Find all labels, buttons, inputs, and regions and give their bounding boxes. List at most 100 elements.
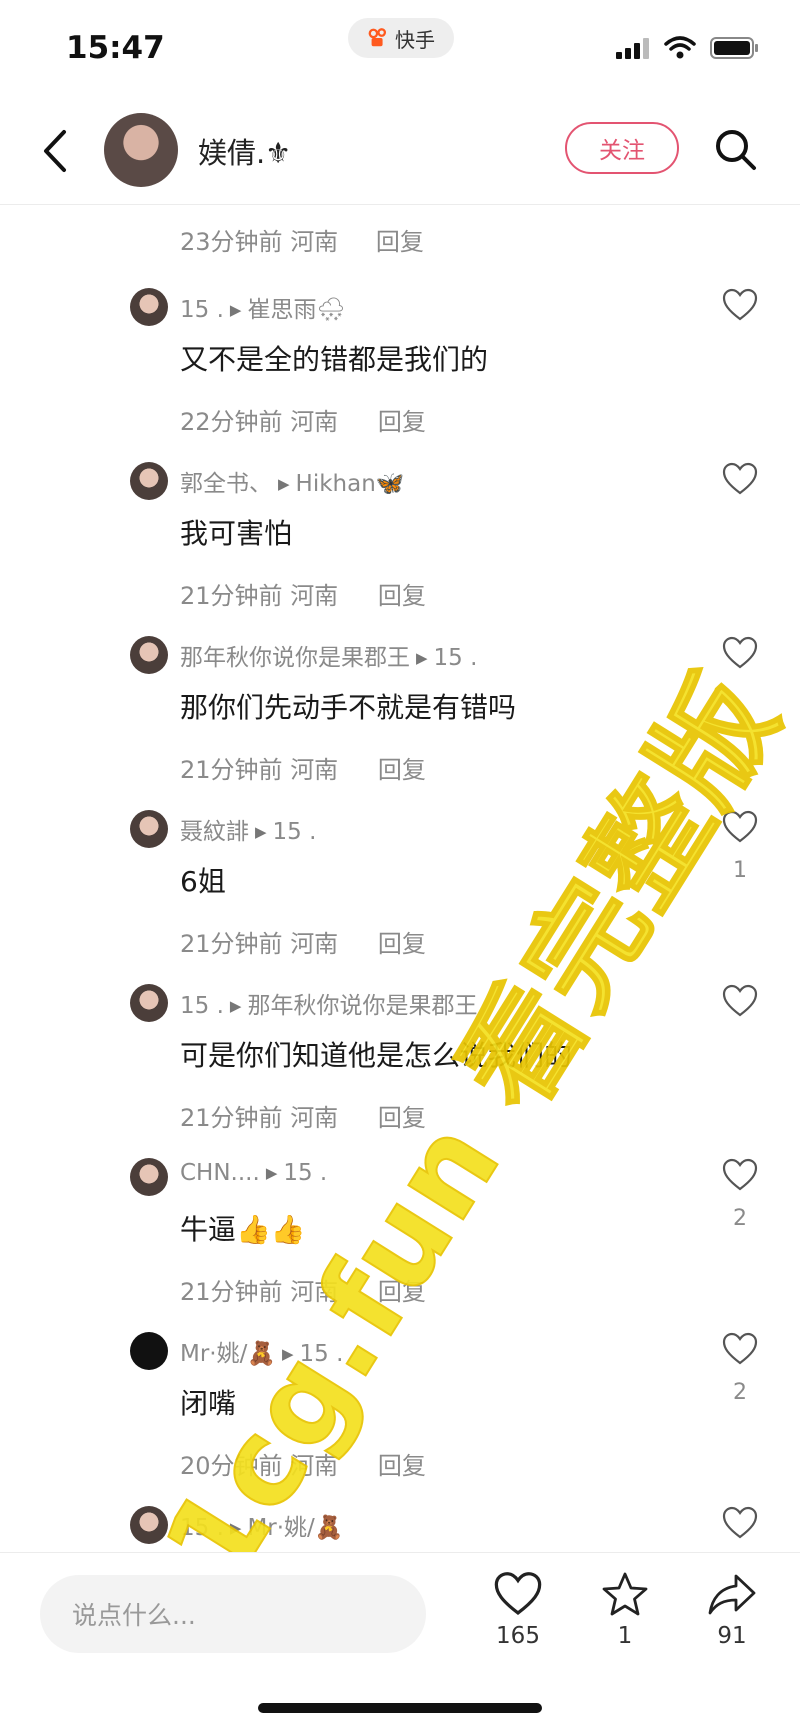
wifi-icon [664,36,696,59]
commenter-avatar[interactable] [130,810,168,848]
comment-location: 河南 [290,1452,339,1480]
comment-meta: 21分钟前 河南 回复 [180,576,426,611]
star-icon [602,1572,648,1616]
reply-button[interactable]: 回复 [378,408,426,436]
comment-user-line: 15 . ▶ 那年秋你说你是果郡王 [180,986,477,1020]
comment-item: 15 . ▶ Mr·姚/🧸 [0,1506,800,1550]
comment-time: 21分钟前 [180,1104,283,1132]
comment-item: Mr·姚/🧸 ▶ 15 . 闭嘴 20分钟前 河南 回复 2 [0,1332,800,1504]
commenter-avatar[interactable] [130,288,168,326]
heart-icon[interactable] [722,1158,758,1192]
comment-user-line: Mr·姚/🧸 ▶ 15 . [180,1334,343,1368]
reply-button[interactable]: 回复 [378,582,426,610]
comment-location: 河南 [290,1104,339,1132]
commenter-name[interactable]: 那年秋你说你是果郡王 [180,645,410,671]
heart-icon[interactable] [722,984,758,1018]
heart-icon[interactable] [722,810,758,844]
reply-button[interactable]: 回复 [376,228,424,256]
comment-item: 那年秋你说你是果郡王 ▶ 15 . 那你们先动手不就是有错吗 21分钟前 河南 回复 [0,636,800,808]
comment-meta: 21分钟前 河南 回复 [180,924,426,959]
share-arrow-icon [708,1574,756,1615]
comment-item: 15 . ▶ 那年秋你说你是果郡王 可是你们知道他是怎么说我们的 21分钟前 河南 … [0,984,800,1156]
reply-arrow-icon: ▶ [282,1345,294,1363]
comment-text: 可是你们知道他是怎么说我们的 [180,1039,573,1072]
comment-location: 河南 [290,582,339,610]
home-indicator [258,1703,542,1713]
like-count: 2 [733,1206,747,1231]
search-icon[interactable] [712,126,758,172]
reply-arrow-icon: ▶ [229,301,242,319]
commenter-avatar[interactable] [130,984,168,1022]
comment-item: 郭全书、 ▶ Hikhan🦋 我可害怕 21分钟前 河南 回复 [0,462,800,634]
comment-meta: 20分钟前 河南 回复 [180,1446,426,1481]
comment-location: 河南 [290,930,339,958]
comment-meta: 21分钟前 河南 回复 [180,1098,426,1133]
commenter-name[interactable]: Mr·姚/🧸 [180,1341,276,1367]
comment-input[interactable]: 说点什么... [40,1575,426,1653]
system-icons [616,36,760,60]
comment-location: 河南 [290,756,339,784]
share-total: 91 [717,1623,747,1649]
reply-to-name[interactable]: Hikhan🦋 [296,471,405,497]
comment-time: 21分钟前 [180,582,283,610]
comment-item: 聂紋誹 ▶ 15 . 6姐 21分钟前 河南 回复 1 [0,810,800,982]
commenter-avatar[interactable] [130,1158,168,1196]
favorite-button[interactable]: 1 [585,1571,665,1649]
app-indicator: 快手 [348,18,454,58]
reply-button[interactable]: 回复 [378,1278,426,1306]
commenter-name[interactable]: 郭全书、 [180,471,272,497]
comment-meta: 21分钟前 河南 回复 [180,1272,426,1307]
reply-to-name[interactable]: 那年秋你说你是果郡王 [247,993,477,1019]
reply-to-name[interactable]: 15 . [283,1160,327,1186]
heart-icon[interactable] [722,462,758,496]
kuaishou-logo-icon [368,28,387,47]
commenter-avatar[interactable] [130,1332,168,1370]
heart-icon[interactable] [722,636,758,670]
commenter-avatar[interactable] [130,462,168,500]
comment-user-line: 15 . ▶ Mr·姚/🧸 [180,1508,343,1542]
commenter-name[interactable]: 15 . [180,297,224,323]
comment-text: 我可害怕 [180,517,293,550]
reply-to-name[interactable]: 15 . [273,819,317,845]
heart-icon[interactable] [722,288,758,322]
reply-to-name[interactable]: 15 . [434,645,478,671]
reply-arrow-icon: ▶ [265,1164,278,1182]
commenter-name[interactable]: 聂紋誹 [180,819,249,845]
comment-user-line: 15 . ▶ 崔思雨🌨 [180,290,346,324]
comment-text: 又不是全的错都是我们的 [180,343,489,376]
reply-button[interactable]: 回复 [378,1452,426,1480]
profile-header: 媄倩.⚜ 关注 [0,100,800,205]
user-avatar[interactable] [104,113,178,187]
status-bar: 15:47 快手 [0,0,800,100]
reply-button[interactable]: 回复 [378,930,426,958]
heart-icon[interactable] [722,1332,758,1366]
comment-location: 河南 [290,228,339,256]
back-arrow-icon[interactable] [36,126,76,176]
like-total: 165 [496,1623,540,1649]
reply-button[interactable]: 回复 [378,756,426,784]
comment-text: 那你们先动手不就是有错吗 [180,691,517,724]
commenter-name[interactable]: 15 . [180,993,224,1019]
commenter-avatar[interactable] [130,636,168,674]
signal-icon [616,38,649,59]
comment-location: 河南 [290,408,339,436]
comment-user-line: 那年秋你说你是果郡王 ▶ 15 . [180,638,477,672]
heart-icon[interactable] [722,1506,758,1540]
profile-username[interactable]: 媄倩.⚜ [198,130,291,172]
reply-to-name[interactable]: 15 . [300,1341,344,1367]
comment-item: 15 . ▶ 崔思雨🌨 又不是全的错都是我们的 22分钟前 河南 回复 [0,288,800,460]
like-button[interactable]: 165 [478,1571,558,1649]
reply-to-name[interactable]: Mr·姚/🧸 [247,1515,343,1541]
reply-to-name[interactable]: 崔思雨🌨 [247,297,345,323]
status-time: 15:47 [66,30,165,66]
share-button[interactable]: 91 [692,1571,772,1649]
commenter-name[interactable]: 15 . [180,1515,224,1541]
comment-text: 牛逼👍👍 [180,1213,306,1246]
follow-button[interactable]: 关注 [565,122,679,174]
comment-user-line: 聂紋誹 ▶ 15 . [180,812,316,846]
commenter-name[interactable]: CHN.... [180,1160,260,1186]
comment-meta: 21分钟前 河南 回复 [180,750,426,785]
reply-button[interactable]: 回复 [378,1104,426,1132]
bottom-action-bar: 说点什么... 165 1 91 [0,1552,800,1734]
commenter-avatar[interactable] [130,1506,168,1544]
